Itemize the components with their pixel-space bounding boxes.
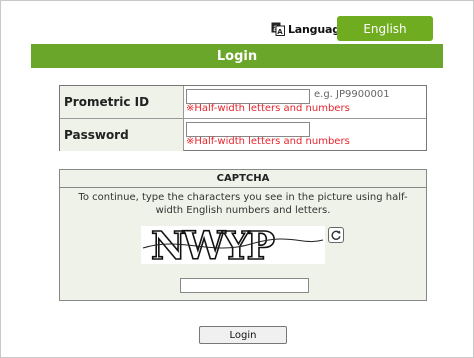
captcha-panel: CAPTCHA To continue, type the characters… — [59, 169, 427, 301]
language-selector: あ A Language — [271, 17, 347, 41]
captcha-heading: CAPTCHA — [60, 170, 426, 188]
password-label: Password — [60, 119, 184, 151]
password-note: ※Half-width letters and numbers — [186, 136, 350, 147]
english-button[interactable]: English — [337, 16, 433, 41]
login-header: Login — [31, 44, 443, 68]
password-row: Password ※Half-width letters and numbers — [60, 119, 426, 151]
credentials-table: Prometric ID e.g. JP9900001 ※Half-width … — [59, 85, 427, 151]
prometric-id-row: Prometric ID e.g. JP9900001 ※Half-width … — [60, 86, 426, 119]
prometric-id-cell: e.g. JP9900001 ※Half-width letters and n… — [184, 86, 426, 118]
login-button[interactable]: Login — [199, 326, 287, 344]
captcha-image: NWYP — [141, 226, 325, 264]
prometric-id-note: ※Half-width letters and numbers — [186, 103, 350, 114]
password-cell: ※Half-width letters and numbers — [184, 119, 426, 151]
svg-text:A: A — [277, 28, 283, 36]
captcha-input[interactable] — [180, 278, 309, 293]
prometric-id-example: e.g. JP9900001 — [314, 89, 390, 100]
captcha-instructions: To continue, type the characters you see… — [78, 192, 408, 216]
captcha-image-text: NWYP — [151, 226, 275, 264]
prometric-id-label: Prometric ID — [60, 86, 184, 118]
prometric-id-input[interactable] — [186, 89, 310, 104]
refresh-captcha-icon[interactable] — [328, 227, 344, 243]
password-input[interactable] — [186, 122, 310, 137]
language-icon: あ A — [271, 22, 285, 36]
